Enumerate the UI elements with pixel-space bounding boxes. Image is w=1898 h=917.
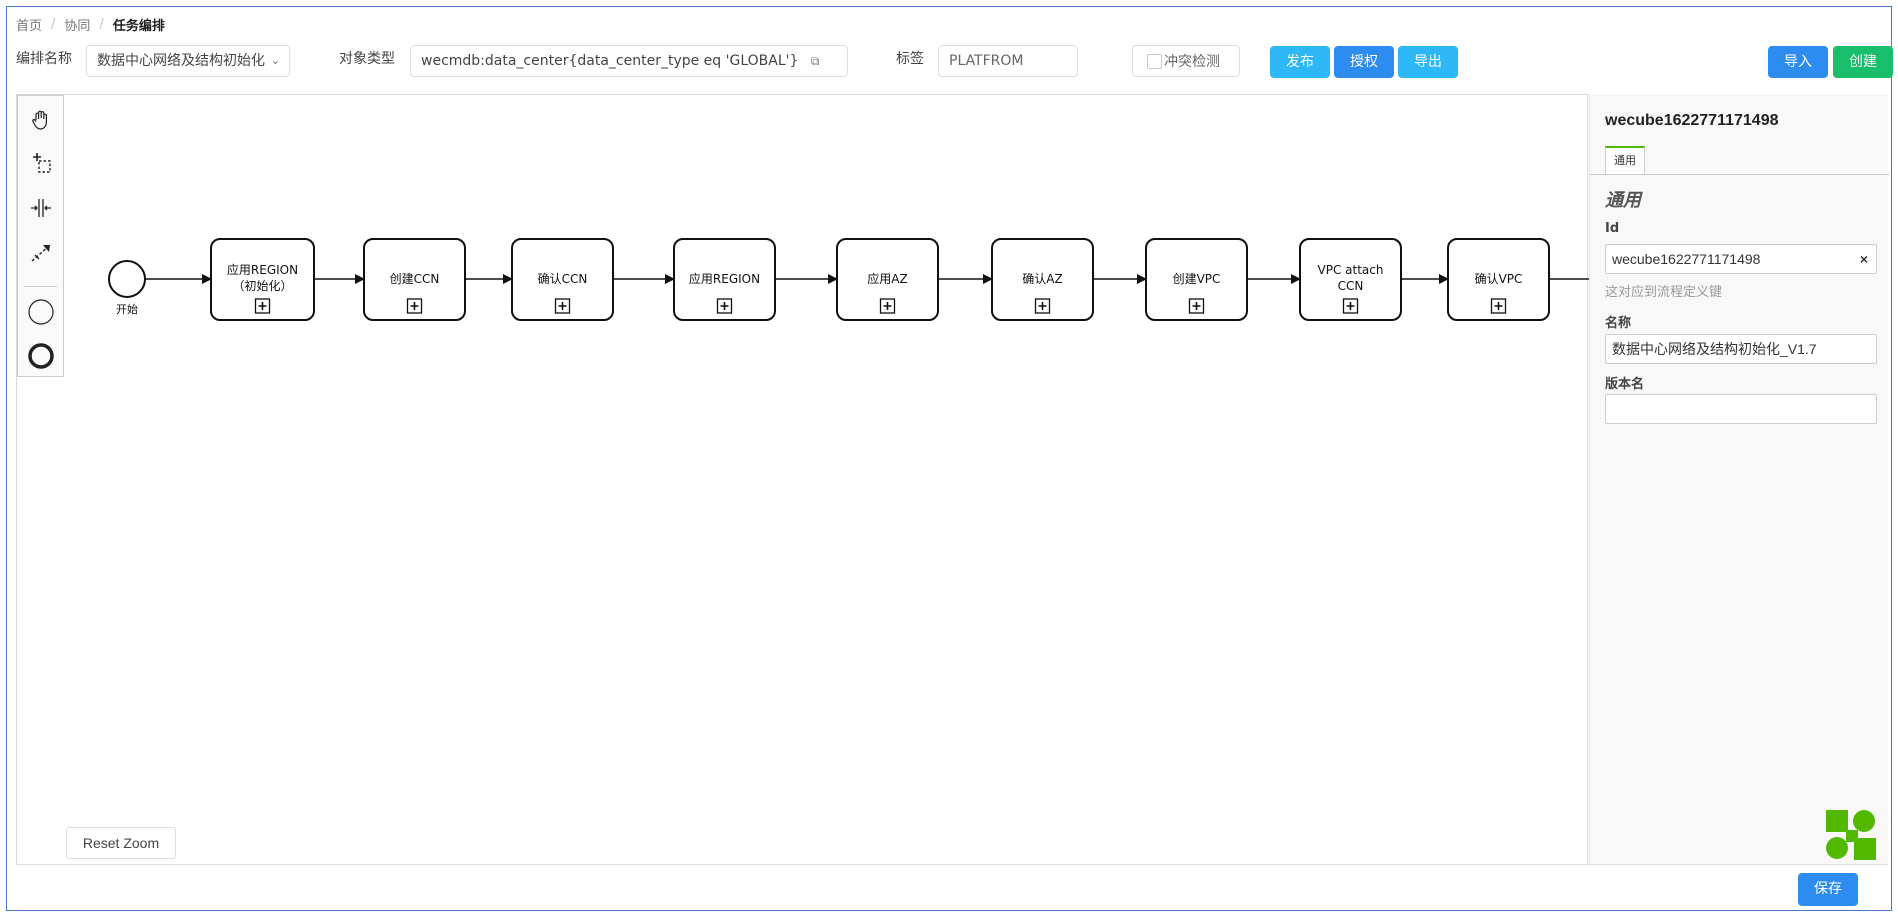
id-value: wecube1622771171498: [1612, 251, 1761, 267]
panel-title: wecube1622771171498: [1605, 112, 1779, 129]
clear-icon[interactable]: ×: [1860, 245, 1868, 273]
properties-panel: wecube1622771171498 通用 通用 Id wecube16227…: [1589, 94, 1889, 864]
subprocess-task[interactable]: 应用AZ: [836, 238, 939, 321]
lasso-tool-icon[interactable]: [18, 143, 63, 183]
task-label: 创建VPC: [1173, 272, 1221, 286]
task-label: 创建CCN: [390, 272, 440, 286]
expand-marker-icon[interactable]: [879, 298, 896, 314]
task-label: 确认AZ: [1022, 272, 1062, 286]
task-label: 确认VPC: [1475, 272, 1523, 286]
hand-tool-icon[interactable]: [18, 100, 63, 140]
group-title: 通用: [1605, 190, 1641, 211]
start-event-tool-icon[interactable]: [18, 292, 63, 332]
version-input[interactable]: [1605, 394, 1877, 424]
subprocess-task[interactable]: 确认CCN: [511, 238, 614, 321]
task-label-line2: CCN: [1338, 279, 1364, 293]
tab-general[interactable]: 通用: [1605, 146, 1645, 174]
expand-marker-icon[interactable]: [1188, 298, 1205, 314]
expand-marker-icon[interactable]: [716, 298, 733, 314]
subprocess-task[interactable]: VPC attach CCN: [1299, 238, 1402, 321]
task-label: 应用AZ: [867, 271, 907, 286]
footer-divider: [16, 864, 1888, 865]
global-connect-tool-icon[interactable]: [18, 233, 63, 273]
process-diagram: 开始 应用REGION （初始化） 创建CCN 确认CCN 应用REGION 应用AZ 确认…: [108, 238, 1589, 321]
task-label: 确认CCN: [538, 272, 588, 286]
palette-separator: [24, 286, 57, 287]
name-label: 名称: [1605, 316, 1632, 331]
expand-marker-icon[interactable]: [254, 298, 271, 314]
tool-palette: [17, 95, 64, 377]
space-tool-icon[interactable]: [18, 188, 63, 228]
task-label: 应用REGION: [227, 262, 298, 277]
id-input[interactable]: wecube1622771171498 ×: [1605, 244, 1877, 274]
subprocess-task[interactable]: 确认VPC: [1447, 238, 1550, 321]
id-hint: 这对应到流程定义键: [1605, 285, 1723, 300]
task-label-line2: （初始化）: [232, 279, 292, 293]
subprocess-task[interactable]: 应用REGION （初始化）: [210, 238, 315, 321]
subprocess-task[interactable]: 确认AZ: [991, 238, 1094, 321]
task-label: 应用REGION: [689, 271, 760, 286]
end-event-tool-icon[interactable]: [18, 336, 63, 376]
reset-zoom-button[interactable]: Reset Zoom: [66, 827, 176, 859]
expand-marker-icon[interactable]: [1034, 298, 1051, 314]
expand-marker-icon[interactable]: [1490, 298, 1507, 314]
expand-marker-icon[interactable]: [1342, 298, 1359, 314]
name-value: 数据中心网络及结构初始化_V1.7: [1612, 341, 1817, 357]
bpmn-io-logo-icon: [1826, 810, 1876, 860]
subprocess-task[interactable]: 创建VPC: [1145, 238, 1248, 321]
save-button[interactable]: 保存: [1798, 873, 1858, 906]
create-button[interactable]: 创建: [1833, 46, 1893, 78]
expand-marker-icon[interactable]: [554, 298, 571, 314]
version-label: 版本名: [1605, 377, 1645, 392]
start-event-label: 开始: [116, 302, 138, 316]
task-label: VPC attach: [1318, 263, 1384, 277]
subprocess-task[interactable]: 创建CCN: [363, 238, 466, 321]
import-button[interactable]: 导入: [1768, 46, 1828, 78]
id-label: Id: [1605, 221, 1620, 236]
start-event[interactable]: [108, 260, 146, 298]
subprocess-task[interactable]: 应用REGION: [673, 238, 776, 321]
name-textarea[interactable]: 数据中心网络及结构初始化_V1.7: [1605, 334, 1877, 364]
expand-marker-icon[interactable]: [406, 298, 423, 314]
tab-divider: [1590, 174, 1889, 175]
